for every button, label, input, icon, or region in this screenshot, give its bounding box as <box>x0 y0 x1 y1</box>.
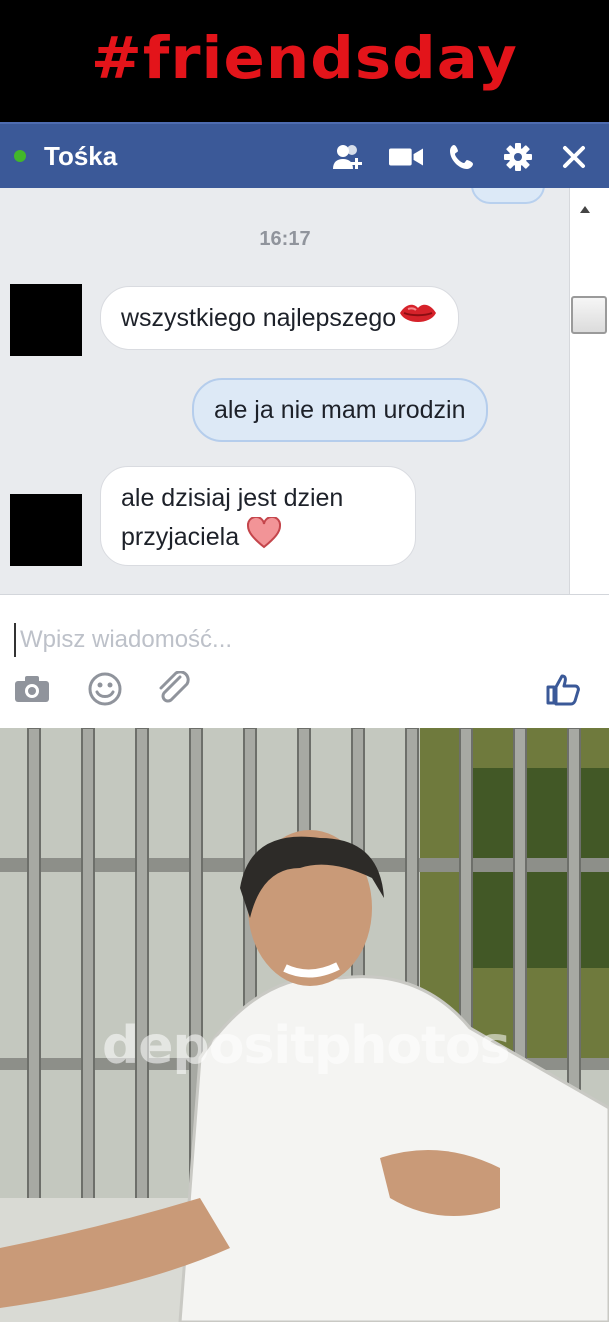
meme-banner: #friendsday <box>0 0 609 122</box>
paperclip-icon[interactable] <box>156 670 194 712</box>
close-icon[interactable] <box>557 140 591 174</box>
message-text: ale ja nie mam urodzin <box>214 396 466 424</box>
watermark-text: depositphotos <box>102 1016 511 1076</box>
chat-titlebar: Tośka <box>0 122 609 188</box>
phone-icon[interactable] <box>445 140 479 174</box>
add-friend-icon[interactable] <box>333 140 367 174</box>
heart-icon <box>247 515 282 560</box>
reaction-photo: depositphotos <box>0 728 609 1322</box>
settings-gear-icon[interactable] <box>501 140 535 174</box>
message-input[interactable] <box>14 623 574 657</box>
message-bubble-incoming: ale dzisiaj jest dzien przyjaciela <box>100 466 416 566</box>
message-text-line: przyjaciela <box>121 523 240 552</box>
message-thread[interactable]: 16:17 wszystkiego najlepszego ale ja nie… <box>0 188 570 594</box>
smiley-icon[interactable] <box>88 672 122 711</box>
titlebar-actions <box>333 124 591 190</box>
scroll-thumb[interactable] <box>571 296 607 334</box>
message-text: wszystkiego najlepszego <box>121 304 397 332</box>
thread-scrollbar[interactable] <box>570 188 609 594</box>
contact-avatar[interactable] <box>10 284 82 356</box>
contact-name[interactable]: Tośka <box>44 141 117 172</box>
message-bubble-incoming: wszystkiego najlepszego <box>100 286 460 350</box>
banner-title: #friendsday <box>90 24 518 92</box>
message-text-line: ale dzisiaj jest dzien <box>121 484 344 512</box>
previous-message-bubble <box>471 188 545 204</box>
kiss-lips-icon <box>398 288 438 350</box>
video-call-icon[interactable] <box>389 140 423 174</box>
online-status-icon <box>14 150 26 162</box>
camera-icon[interactable] <box>14 675 50 708</box>
chat-window: Tośka 16:17 wszystkiego najlepszego ale … <box>0 122 609 728</box>
message-timestamp: 16:17 <box>259 228 311 250</box>
message-composer <box>0 594 609 728</box>
contact-avatar[interactable] <box>10 494 82 566</box>
thumbs-up-icon[interactable] <box>546 673 582 712</box>
message-bubble-outgoing: ale ja nie mam urodzin <box>192 378 488 442</box>
scroll-up-icon[interactable] <box>580 206 590 213</box>
